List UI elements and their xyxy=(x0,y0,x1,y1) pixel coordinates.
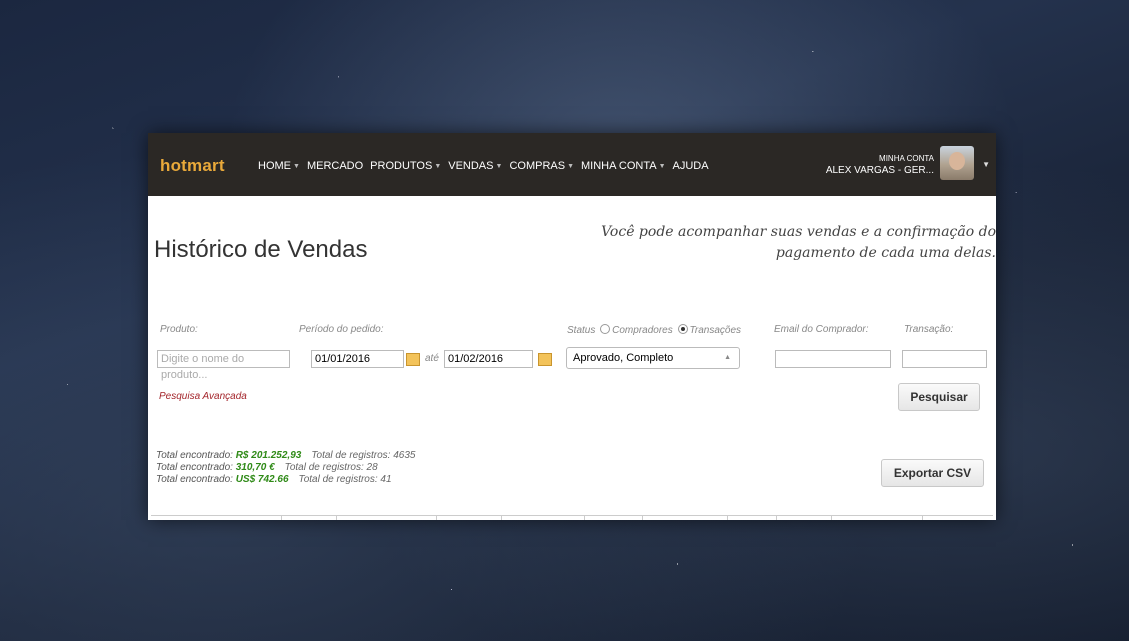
status-filter: Status Compradores Transações xyxy=(567,324,741,336)
account-dropdown-icon[interactable]: ▼ xyxy=(982,160,990,169)
top-navbar: hotmart HOME ▼ MERCADO PRODUTOS ▼ VENDAS ▼ … xyxy=(148,133,996,196)
date-to-input[interactable]: 01/02/2016 xyxy=(444,350,533,368)
radio-transacoes-label: Transações xyxy=(689,325,742,336)
email-input[interactable] xyxy=(775,350,891,368)
email-label: Email do Comprador: xyxy=(774,324,869,335)
chevron-down-icon: ▼ xyxy=(658,163,666,170)
chevron-down-icon: ▼ xyxy=(567,163,574,170)
nav-vendas[interactable]: VENDAS ▼ xyxy=(448,160,502,172)
page-subtitle: Você pode acompanhar suas vendas e a con… xyxy=(601,224,996,261)
status-select-value: Aprovado, Completo xyxy=(573,352,674,364)
calendar-icon[interactable] xyxy=(538,353,552,366)
nav-ajuda[interactable]: AJUDA xyxy=(673,160,709,172)
radio-transacoes[interactable] xyxy=(677,324,688,334)
produto-input[interactable]: Digite o nome do produto... xyxy=(157,350,290,381)
transacao-input[interactable] xyxy=(902,350,987,368)
radio-compradores[interactable] xyxy=(600,324,611,334)
search-button[interactable]: Pesquisar xyxy=(898,383,980,411)
transacao-label: Transação: xyxy=(904,324,954,335)
chevron-down-icon: ▼ xyxy=(495,163,503,170)
avatar[interactable] xyxy=(940,146,974,180)
app-window: hotmart HOME ▼ MERCADO PRODUTOS ▼ VENDAS ▼ … xyxy=(148,133,996,520)
status-select[interactable]: Aprovado, Completo ▲ xyxy=(566,347,740,369)
export-csv-button[interactable]: Exportar CSV xyxy=(881,459,984,487)
main-nav: HOME ▼ MERCADO PRODUTOS ▼ VENDAS ▼ COMPRAS ▼… xyxy=(258,160,716,172)
date-from-input[interactable]: 01/01/2016 xyxy=(311,350,404,368)
total-row: Total encontrado: R$ 201.252,93 Total de … xyxy=(156,450,416,461)
chevron-down-icon: ▼ xyxy=(293,163,300,170)
status-label: Status xyxy=(567,325,596,336)
calendar-icon[interactable] xyxy=(406,353,420,366)
account-label: MINHA CONTA xyxy=(879,154,934,163)
advanced-search-link[interactable]: Pesquisa Avançada xyxy=(159,391,247,402)
total-row: Total encontrado: US$ 742.66 Total de reg… xyxy=(156,474,392,485)
nav-home[interactable]: HOME ▼ xyxy=(258,160,300,172)
page-title: Histórico de Vendas xyxy=(154,236,368,263)
ate-label: até xyxy=(425,353,439,364)
total-row: Total encontrado: 310,70 € Total de regis… xyxy=(156,462,378,473)
nav-compras[interactable]: COMPRAS ▼ xyxy=(509,160,574,172)
produto-label: Produto: xyxy=(160,324,198,335)
hotmart-logo[interactable]: hotmart xyxy=(160,156,225,176)
nav-mercado[interactable]: MERCADO xyxy=(307,160,363,172)
periodo-label: Período do pedido: xyxy=(299,324,384,335)
chevron-up-icon: ▲ xyxy=(724,354,731,361)
totals-summary: Total encontrado: R$ 201.252,93 Total de … xyxy=(156,450,415,486)
results-table-header xyxy=(151,515,993,520)
nav-produtos[interactable]: PRODUTOS ▼ xyxy=(370,160,441,172)
nav-minha-conta[interactable]: MINHA CONTA ▼ xyxy=(581,160,666,172)
radio-compradores-label: Compradores xyxy=(612,325,673,336)
account-menu[interactable]: MINHA CONTA ALEX VARGAS - GER... xyxy=(826,153,934,177)
chevron-down-icon: ▼ xyxy=(434,163,442,170)
account-user: ALEX VARGAS - GER... xyxy=(825,165,934,176)
